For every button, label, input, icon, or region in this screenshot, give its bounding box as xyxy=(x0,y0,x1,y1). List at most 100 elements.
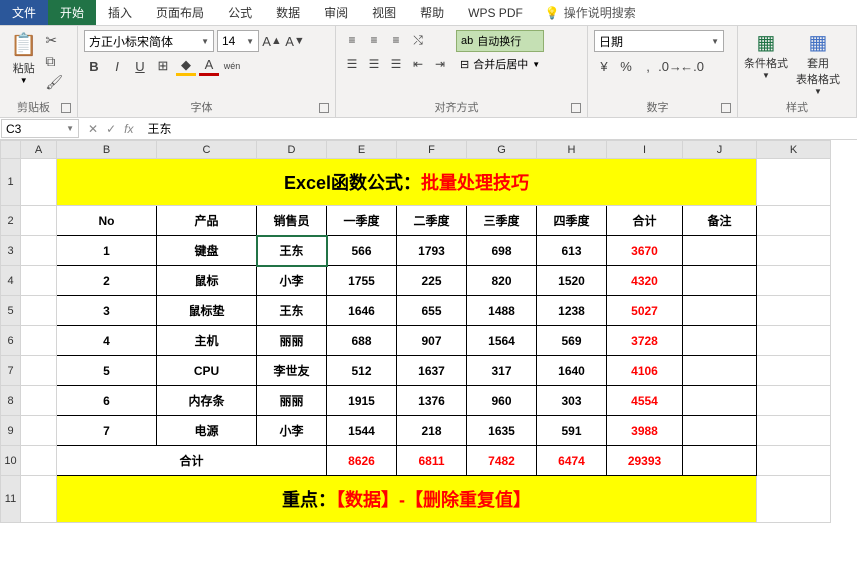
cell[interactable] xyxy=(21,296,57,326)
cell-sum[interactable]: 5027 xyxy=(607,296,683,326)
cell-no[interactable]: 3 xyxy=(57,296,157,326)
cell[interactable] xyxy=(21,356,57,386)
indent-decrease-button[interactable]: ⇤ xyxy=(408,54,428,74)
col-header[interactable]: C xyxy=(157,141,257,159)
cell-q1[interactable]: 512 xyxy=(327,356,397,386)
cell[interactable] xyxy=(21,416,57,446)
cell-sum[interactable]: 4320 xyxy=(607,266,683,296)
name-box[interactable]: C3 ▼ xyxy=(1,119,79,138)
percent-button[interactable]: % xyxy=(616,56,636,76)
cell-q2[interactable]: 907 xyxy=(397,326,467,356)
row-header[interactable]: 2 xyxy=(1,206,21,236)
align-center-button[interactable]: ☰ xyxy=(364,54,384,74)
banner-cell[interactable]: 重点：【数据】-【删除重复值】 xyxy=(57,476,757,523)
cell-q1[interactable]: 1755 xyxy=(327,266,397,296)
cell-q2[interactable]: 655 xyxy=(397,296,467,326)
fx-icon[interactable]: fx xyxy=(124,122,133,136)
menu-wps[interactable]: WPS PDF xyxy=(456,0,535,25)
copy-button[interactable]: ⧉ xyxy=(45,53,63,70)
cell-prod[interactable]: 键盘 xyxy=(157,236,257,266)
cell[interactable] xyxy=(757,159,831,206)
cell[interactable] xyxy=(757,446,831,476)
cell-q3[interactable]: 317 xyxy=(467,356,537,386)
paste-button[interactable]: 📋 粘贴 ▼ xyxy=(6,30,41,93)
cell-q1[interactable]: 1915 xyxy=(327,386,397,416)
cell-no[interactable]: 1 xyxy=(57,236,157,266)
menu-home[interactable]: 开始 xyxy=(48,0,96,25)
enter-icon[interactable]: ✓ xyxy=(106,122,116,136)
cell[interactable] xyxy=(757,386,831,416)
menu-file[interactable]: 文件 xyxy=(0,0,48,25)
table-header[interactable]: 备注 xyxy=(683,206,757,236)
cell-q4[interactable]: 569 xyxy=(537,326,607,356)
bold-button[interactable]: B xyxy=(84,56,104,76)
cell[interactable] xyxy=(757,296,831,326)
cell-prod[interactable]: 鼠标 xyxy=(157,266,257,296)
table-header[interactable]: 合计 xyxy=(607,206,683,236)
total-q3[interactable]: 7482 xyxy=(467,446,537,476)
cell-q4[interactable]: 1238 xyxy=(537,296,607,326)
menu-view[interactable]: 视图 xyxy=(360,0,408,25)
indent-increase-button[interactable]: ⇥ xyxy=(430,54,450,74)
phonetic-button[interactable]: wén xyxy=(222,56,242,76)
cell[interactable] xyxy=(21,266,57,296)
table-header[interactable]: 二季度 xyxy=(397,206,467,236)
cancel-icon[interactable]: ✕ xyxy=(88,122,98,136)
cell-q1[interactable]: 688 xyxy=(327,326,397,356)
cell-prod[interactable]: CPU xyxy=(157,356,257,386)
cell[interactable] xyxy=(757,326,831,356)
col-header[interactable]: G xyxy=(467,141,537,159)
cell-prod[interactable]: 主机 xyxy=(157,326,257,356)
cell-sales[interactable]: 丽丽 xyxy=(257,326,327,356)
cell[interactable] xyxy=(757,206,831,236)
cell[interactable] xyxy=(21,386,57,416)
row-header[interactable]: 9 xyxy=(1,416,21,446)
dialog-launcher-icon[interactable] xyxy=(61,103,71,113)
cell-no[interactable]: 4 xyxy=(57,326,157,356)
cell-q3[interactable]: 960 xyxy=(467,386,537,416)
cell[interactable] xyxy=(757,356,831,386)
cell-q4[interactable]: 591 xyxy=(537,416,607,446)
row-header[interactable]: 5 xyxy=(1,296,21,326)
col-header[interactable]: E xyxy=(327,141,397,159)
merge-center-button[interactable]: ⊟ 合并后居中 ▼ xyxy=(456,54,544,74)
total-q4[interactable]: 6474 xyxy=(537,446,607,476)
cell-no[interactable]: 2 xyxy=(57,266,157,296)
table-header[interactable]: 四季度 xyxy=(537,206,607,236)
cell-q2[interactable]: 218 xyxy=(397,416,467,446)
row-header[interactable]: 6 xyxy=(1,326,21,356)
col-header[interactable]: D xyxy=(257,141,327,159)
menu-review[interactable]: 审阅 xyxy=(312,0,360,25)
cell-q3[interactable]: 820 xyxy=(467,266,537,296)
table-header[interactable]: 一季度 xyxy=(327,206,397,236)
cell-q3[interactable]: 1488 xyxy=(467,296,537,326)
cell-no[interactable]: 6 xyxy=(57,386,157,416)
col-header[interactable]: J xyxy=(683,141,757,159)
table-header[interactable]: 销售员 xyxy=(257,206,327,236)
cell-sum[interactable]: 3988 xyxy=(607,416,683,446)
total-label[interactable]: 合计 xyxy=(57,446,327,476)
cell-q4[interactable]: 303 xyxy=(537,386,607,416)
row-header[interactable]: 1 xyxy=(1,159,21,206)
cell-q4[interactable]: 1520 xyxy=(537,266,607,296)
cell-q4[interactable]: 1640 xyxy=(537,356,607,386)
cell[interactable] xyxy=(757,236,831,266)
menu-search[interactable]: 💡 操作说明搜索 xyxy=(535,0,646,25)
cell-no[interactable]: 7 xyxy=(57,416,157,446)
menu-layout[interactable]: 页面布局 xyxy=(144,0,216,25)
table-header[interactable]: No xyxy=(57,206,157,236)
col-header[interactable]: I xyxy=(607,141,683,159)
cell-note[interactable] xyxy=(683,296,757,326)
menu-formula[interactable]: 公式 xyxy=(216,0,264,25)
menu-help[interactable]: 帮助 xyxy=(408,0,456,25)
cell-sales[interactable]: 李世友 xyxy=(257,356,327,386)
cell-q3[interactable]: 1635 xyxy=(467,416,537,446)
row-header[interactable]: 11 xyxy=(1,476,21,523)
cell-prod[interactable]: 鼠标垫 xyxy=(157,296,257,326)
cell-q2[interactable]: 1376 xyxy=(397,386,467,416)
cell-sales[interactable]: 王东 xyxy=(257,296,327,326)
font-color-button[interactable]: A xyxy=(199,56,219,76)
orientation-button[interactable]: ⤭ xyxy=(408,30,428,50)
cell-q1[interactable]: 1544 xyxy=(327,416,397,446)
cut-button[interactable]: ✂ xyxy=(45,32,63,49)
